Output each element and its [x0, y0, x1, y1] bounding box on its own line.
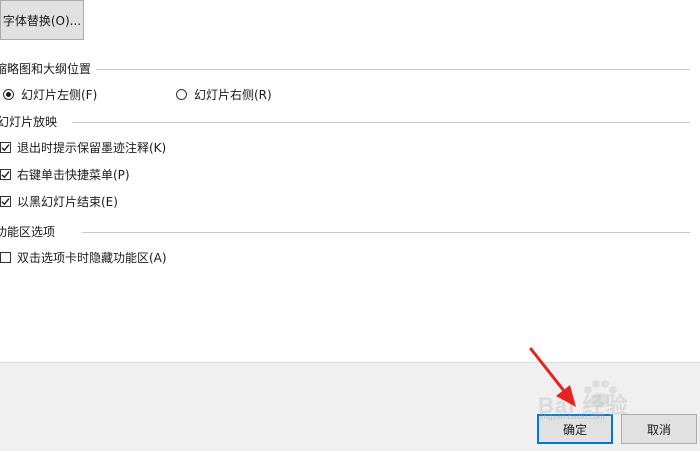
radio-unselected-icon [176, 88, 187, 100]
checkbox-right-click-menu-label: 右键单击快捷菜单(P) [17, 167, 130, 182]
ok-button[interactable]: 确定 [537, 414, 613, 444]
checkbox-end-with-black[interactable]: 以黑幻灯片结束(E) [0, 193, 118, 209]
checkbox-keep-ink[interactable]: 退出时提示保留墨迹注释(K) [0, 139, 166, 155]
radio-slide-right-label: 幻灯片右侧(R) [194, 87, 272, 102]
radio-selected-icon [3, 88, 14, 100]
radio-slide-right[interactable]: 幻灯片右侧(R) [176, 86, 272, 102]
ribbon-group-title: 功能区选项 [0, 225, 56, 239]
dialog-footer: 确定 取消 [0, 362, 700, 451]
cancel-button[interactable]: 取消 [621, 414, 697, 444]
radio-slide-left[interactable]: 幻灯片左侧(F) [3, 86, 97, 102]
group-divider [72, 122, 690, 123]
checkbox-hide-ribbon[interactable]: 双击选项卡时隐藏功能区(A) [0, 249, 167, 265]
checkbox-keep-ink-label: 退出时提示保留墨迹注释(K) [17, 140, 167, 155]
checkbox-checked-icon [0, 168, 11, 180]
checkbox-hide-ribbon-label: 双击选项卡时隐藏功能区(A) [17, 250, 167, 265]
checkbox-checked-icon [0, 141, 11, 153]
group-divider [96, 69, 690, 70]
radio-slide-left-label: 幻灯片左侧(F) [21, 87, 98, 102]
checkbox-unchecked-icon [0, 251, 11, 263]
group-divider [82, 232, 690, 233]
checkbox-end-with-black-label: 以黑幻灯片结束(E) [17, 194, 118, 209]
checkbox-checked-icon [0, 195, 11, 207]
thumbnail-outline-group-title: 缩略图和大纲位置 [0, 62, 92, 76]
slideshow-group-title: 幻灯片放映 [0, 115, 58, 129]
font-substitution-button[interactable]: 字体替换(O)... [0, 0, 84, 40]
options-content-panel: 字体替换(O)... 缩略图和大纲位置 幻灯片左侧(F) 幻灯片右侧(R) 幻灯… [0, 0, 700, 362]
checkbox-right-click-menu[interactable]: 右键单击快捷菜单(P) [0, 166, 130, 182]
